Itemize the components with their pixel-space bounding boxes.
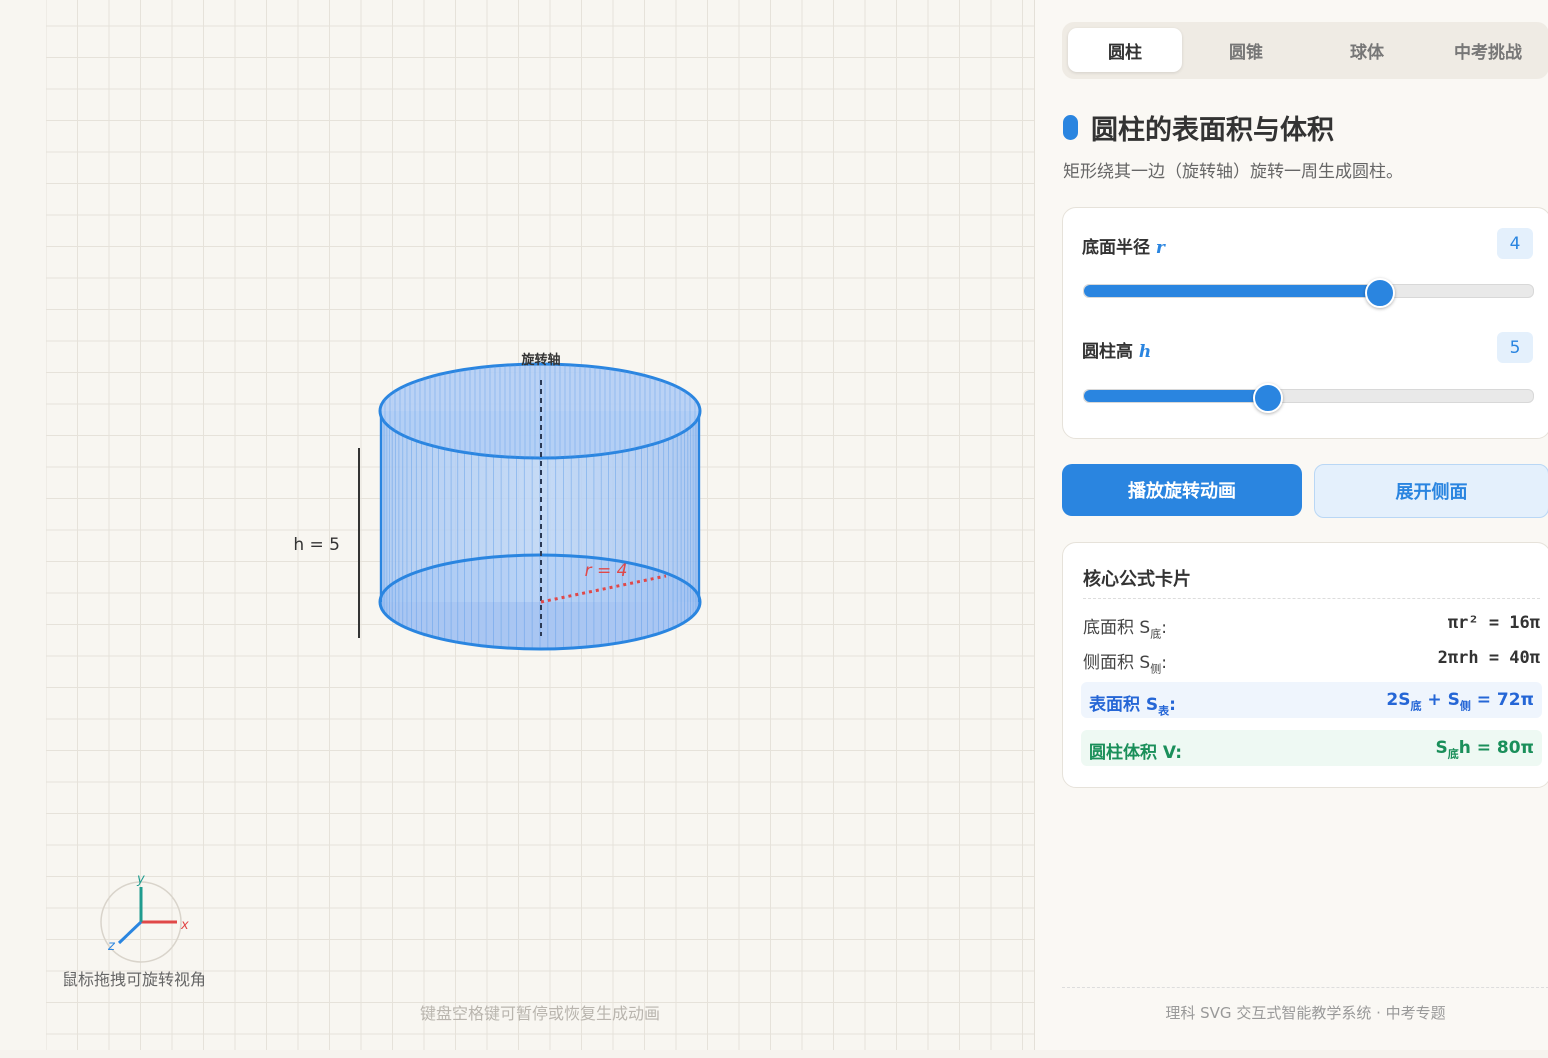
keyboard-hint: 键盘空格键可暂停或恢复生成动画 [419,1004,660,1023]
gizmo-y-label: y [136,872,145,887]
height-label: h = 5 [293,535,340,555]
page-title: 圆柱的表面积与体积 [1091,115,1334,146]
axis-gizmo[interactable]: x y z [100,872,189,963]
height-slider[interactable] [1083,383,1534,413]
formula-card: 核心公式卡片 底面积 S底: πr² = 16π 侧面积 S侧: 2πrh = … [1062,542,1548,788]
params-card: 底面半径 r 4 圆柱高 h 5 [1062,207,1548,439]
panel-footer: 理科 SVG 交互式智能教学系统 · 中考专题 [1165,1004,1446,1022]
cylinder-view[interactable]: 旋转轴 r = 4 h = 5 x y z [0,0,1034,1050]
radius-param-label: 底面半径 r [1082,238,1165,258]
axis-label: 旋转轴 [520,352,560,368]
height-value-badge: 5 [1497,332,1533,363]
geometry-canvas[interactable]: 旋转轴 r = 4 h = 5 x y z 鼠标拖拽可旋转视角 键盘空格键可暂停… [0,0,1034,1050]
height-slider-thumb[interactable] [1252,383,1283,413]
surface-area-row: 表面积 S表: 2S底 + S侧 = 72π [1081,682,1542,718]
gizmo-x-label: x [180,918,189,933]
page-subtitle: 矩形绕其一边（旋转轴）旋转一周生成圆柱。 [1063,162,1403,182]
radius-slider[interactable] [1083,278,1534,308]
height-param-label: 圆柱高 h [1082,342,1152,362]
control-panel: 圆柱 圆锥 球体 中考挑战 圆柱的表面积与体积 矩形绕其一边（旋转轴）旋转一周生… [1034,0,1548,1050]
volume-row: 圆柱体积 V: S底h = 80π [1081,730,1542,766]
radius-slider-fill [1084,285,1379,297]
play-rotation-button[interactable]: 播放旋转动画 [1062,464,1302,516]
footer-divider [1062,987,1548,988]
shape-tabs: 圆柱 圆锥 球体 中考挑战 [1062,22,1548,79]
title-accent [1063,115,1078,140]
drag-hint: 鼠标拖拽可旋转视角 [62,970,207,989]
formula-card-title: 核心公式卡片 [1083,569,1191,590]
radius-slider-thumb[interactable] [1365,278,1396,308]
height-slider-fill [1084,390,1266,402]
volume-value: S底h = 80π [1435,738,1534,761]
radius-value-badge: 4 [1497,228,1533,259]
tab-cone[interactable]: 圆锥 [1189,28,1303,72]
tab-cylinder[interactable]: 圆柱 [1068,28,1182,72]
lateral-area-row: 侧面积 S侧: 2πrh = 40π [1083,648,1540,676]
gizmo-z-label: z [107,939,116,954]
base-area-value: πr² = 16π [1447,613,1540,633]
radius-label: r = 4 [585,561,628,581]
unfold-lateral-button[interactable]: 展开侧面 [1314,464,1548,518]
tab-sphere[interactable]: 球体 [1310,28,1424,72]
base-area-row: 底面积 S底: πr² = 16π [1083,613,1540,641]
formula-divider [1083,598,1540,599]
lateral-area-value: 2πrh = 40π [1437,648,1540,668]
tab-exam-challenge[interactable]: 中考挑战 [1431,28,1545,72]
surface-area-value: 2S底 + S侧 = 72π [1386,690,1534,713]
